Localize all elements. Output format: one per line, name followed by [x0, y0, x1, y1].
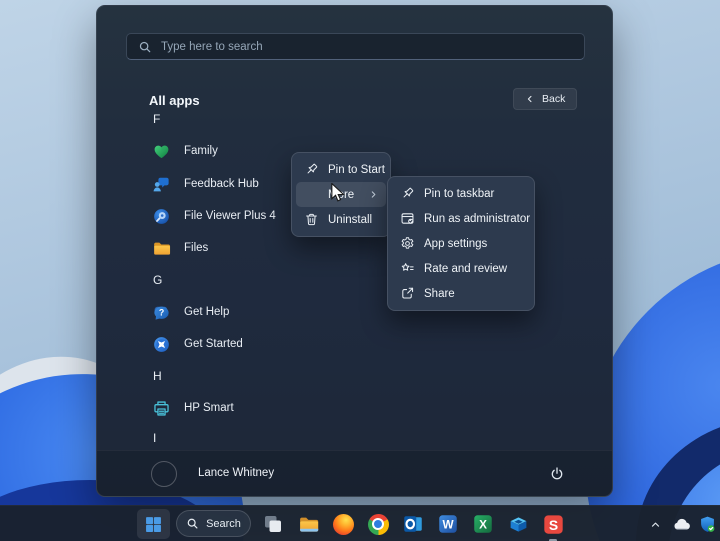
svg-text:?: ?	[158, 307, 163, 317]
app-label: Files	[184, 242, 208, 254]
menu-item-label: Pin to Start	[328, 164, 385, 176]
admin-window-icon	[399, 211, 415, 227]
more-submenu: Pin to taskbar Run as administrator Ap	[387, 176, 535, 311]
firefox-button[interactable]	[327, 508, 359, 540]
feedback-person-bubble-icon	[151, 174, 171, 194]
printer-icon	[151, 398, 171, 418]
taskbar-search-label: Search	[206, 518, 241, 530]
family-heart-icon	[151, 141, 171, 161]
search-icon	[138, 40, 152, 54]
disc-magnifier-icon	[151, 206, 171, 226]
svg-text:S: S	[548, 516, 557, 532]
svg-text:X: X	[479, 519, 487, 532]
submenu-item-run-as-administrator[interactable]: Run as administrator	[392, 206, 530, 231]
pin-icon	[303, 162, 319, 178]
excel-button[interactable]: X	[467, 508, 499, 540]
app-label: File Viewer Plus 4	[184, 210, 276, 222]
app-label: Get Help	[184, 306, 229, 318]
power-icon	[549, 466, 565, 482]
security-shield-icon	[698, 515, 717, 534]
excel-icon: X	[473, 514, 493, 534]
word-button[interactable]: W	[432, 508, 464, 540]
app-label: HP Smart	[184, 402, 234, 414]
security-tray-button[interactable]	[694, 508, 720, 540]
yellow-folder-icon	[151, 238, 171, 258]
section-letter-g[interactable]: G	[153, 267, 183, 293]
chevron-right-icon	[368, 189, 379, 200]
menu-item-uninstall[interactable]: Uninstall	[296, 207, 386, 232]
submenu-item-pin-to-taskbar[interactable]: Pin to taskbar	[392, 181, 530, 206]
file-explorer-button[interactable]	[292, 508, 324, 540]
chevron-left-icon	[525, 94, 535, 104]
tray-overflow-button[interactable]	[642, 508, 668, 540]
back-button-label: Back	[542, 93, 565, 105]
user-name[interactable]: Lance Whitney	[198, 467, 274, 479]
onedrive-cloud-icon	[672, 515, 691, 534]
section-letter-i[interactable]: I	[153, 425, 183, 451]
submenu-item-rate-and-review[interactable]: Rate and review	[392, 256, 530, 281]
taskbar-search[interactable]: Search	[176, 510, 251, 537]
onedrive-tray-button[interactable]	[668, 508, 694, 540]
task-view-icon	[263, 514, 283, 534]
menu-item-pin-to-start[interactable]: Pin to Start	[296, 157, 386, 182]
back-button[interactable]: Back	[513, 88, 577, 110]
snagit-button[interactable]: S	[537, 508, 569, 540]
chrome-icon	[368, 514, 389, 535]
search-input[interactable]	[161, 41, 573, 53]
task-view-button[interactable]	[257, 508, 289, 540]
menu-item-label: Share	[424, 288, 455, 300]
app-label: Family	[184, 145, 218, 157]
mouse-cursor	[331, 183, 345, 207]
star-lines-icon	[399, 261, 415, 277]
app-row-get-started[interactable]: Get Started	[145, 331, 445, 357]
menu-item-label: App settings	[424, 238, 487, 250]
question-bubble-icon: ?	[151, 302, 171, 322]
outlook-button[interactable]	[397, 508, 429, 540]
pin-icon	[399, 186, 415, 202]
section-letter-h[interactable]: H	[153, 363, 183, 389]
chrome-button[interactable]	[362, 508, 394, 540]
power-button[interactable]	[539, 459, 575, 489]
menu-item-label: Uninstall	[328, 214, 372, 226]
submenu-item-share[interactable]: Share	[392, 281, 530, 306]
pinwheel-circle-icon	[151, 334, 171, 354]
snagit-icon: S	[543, 514, 564, 535]
package-app-button[interactable]	[502, 508, 534, 540]
desktop-screen: All apps Back F Family	[0, 0, 720, 541]
taskbar: Search	[0, 505, 720, 541]
start-menu-panel: All apps Back F Family	[96, 5, 613, 497]
file-explorer-icon	[298, 514, 319, 535]
menu-item-label: Run as administrator	[424, 213, 530, 225]
app-label: Feedback Hub	[184, 178, 259, 190]
app-row-hp-smart[interactable]: HP Smart	[145, 395, 445, 421]
share-icon	[399, 286, 415, 302]
empty-icon-slot	[303, 187, 319, 203]
menu-item-label: Pin to taskbar	[424, 188, 494, 200]
submenu-item-app-settings[interactable]: App settings	[392, 231, 530, 256]
outlook-icon	[403, 514, 423, 534]
firefox-icon	[333, 514, 354, 535]
chevron-up-icon	[649, 518, 662, 531]
start-search-box[interactable]	[126, 33, 585, 60]
user-bar: Lance Whitney	[97, 450, 612, 496]
package-box-icon	[508, 514, 529, 535]
section-letter-f[interactable]: F	[153, 106, 183, 132]
app-label: Get Started	[184, 338, 243, 350]
user-avatar[interactable]	[151, 461, 177, 487]
svg-text:W: W	[442, 519, 454, 532]
trash-icon	[303, 212, 319, 228]
menu-item-label: Rate and review	[424, 263, 507, 275]
windows-logo-icon	[145, 516, 162, 533]
gear-icon	[399, 236, 415, 252]
start-button[interactable]	[137, 509, 170, 539]
word-icon: W	[438, 514, 458, 534]
search-icon	[186, 517, 199, 530]
